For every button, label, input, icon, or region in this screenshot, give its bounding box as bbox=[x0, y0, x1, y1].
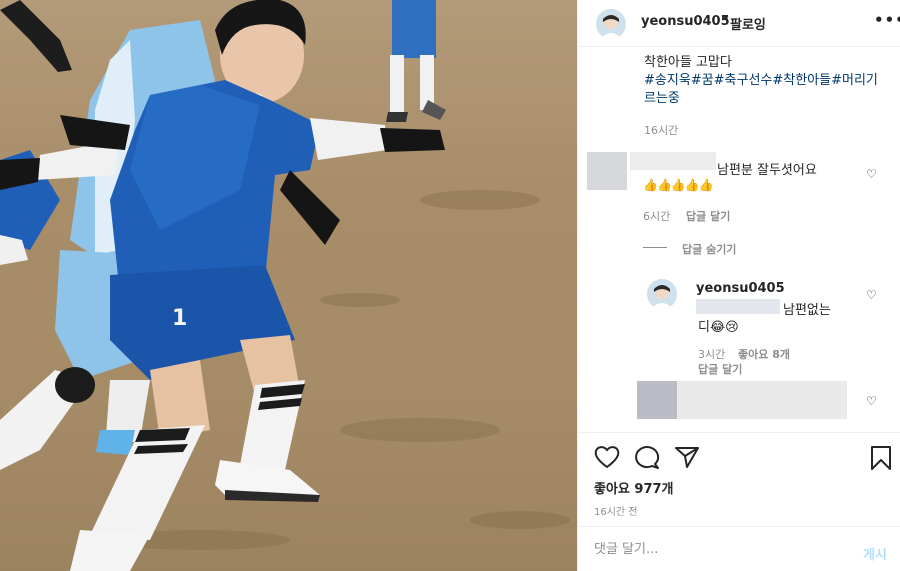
blurred-username bbox=[630, 152, 716, 170]
comment-like-icon[interactable]: ♡ bbox=[866, 167, 877, 181]
reply-avatar[interactable] bbox=[647, 279, 677, 309]
comment-time: 6시간 bbox=[643, 210, 671, 223]
add-comment-bar: 게시 bbox=[578, 526, 900, 571]
more-icon[interactable]: ••• bbox=[874, 11, 900, 29]
comment-text: 남편분 잘두셧어요 bbox=[717, 163, 817, 178]
reply-time: 3시간 bbox=[698, 348, 726, 361]
comment-input[interactable] bbox=[594, 539, 834, 559]
comment-emoji: 👍👍👍👍👍 bbox=[643, 178, 714, 192]
photo-illustration: 1 bbox=[0, 0, 570, 571]
reply-text: 남편없는 bbox=[783, 303, 831, 318]
background-player bbox=[386, 0, 446, 122]
reply-button[interactable]: 답글 달기 bbox=[686, 208, 730, 224]
blurred-comment bbox=[677, 381, 847, 419]
header-separator: • bbox=[722, 12, 730, 27]
comment-icon[interactable] bbox=[634, 445, 660, 469]
reply-button[interactable]: 답글 달기 bbox=[698, 361, 742, 377]
avatar-image bbox=[647, 279, 677, 309]
blurred-avatar bbox=[637, 381, 677, 419]
avatar-image bbox=[596, 9, 626, 39]
reply-text-line2: 디😂😢 bbox=[698, 320, 739, 335]
post-side-panel: yeonsu0405 • 팔로잉 ••• 착한아들 고맙다 #송지욱#꿈#축구선… bbox=[577, 0, 900, 571]
reply-like-icon[interactable]: ♡ bbox=[866, 288, 877, 302]
bookmark-icon[interactable] bbox=[870, 445, 892, 471]
hide-replies-button[interactable]: 답글 숨기기 bbox=[682, 241, 736, 257]
post-photo[interactable]: 1 bbox=[0, 0, 577, 571]
reply-likes[interactable]: 좋아요 8개 bbox=[738, 346, 790, 362]
avatar[interactable] bbox=[596, 9, 626, 39]
post-actions: 좋아요 977개 16시간 전 bbox=[578, 432, 900, 526]
comment-like-icon[interactable]: ♡ bbox=[866, 394, 877, 408]
blurred-mention bbox=[696, 299, 780, 314]
post-header: yeonsu0405 • 팔로잉 ••• bbox=[578, 0, 900, 47]
caption-text: 착한아들 고맙다 bbox=[644, 55, 732, 70]
following-button[interactable]: 팔로잉 bbox=[730, 14, 766, 33]
caption-time: 16시간 bbox=[644, 124, 679, 137]
likes-count[interactable]: 좋아요 977개 bbox=[594, 478, 674, 497]
caption-hashtags[interactable]: #송지욱#꿈#축구선수#착한아들#머리기르는중 bbox=[644, 72, 884, 108]
replies-divider bbox=[643, 247, 667, 248]
header-username[interactable]: yeonsu0405 bbox=[641, 14, 730, 29]
share-icon[interactable] bbox=[674, 445, 700, 469]
post-time: 16시간 전 bbox=[594, 507, 638, 518]
svg-text:1: 1 bbox=[172, 306, 187, 331]
heart-icon[interactable] bbox=[594, 445, 620, 469]
post-button[interactable]: 게시 bbox=[863, 544, 887, 563]
reply-username[interactable]: yeonsu0405 bbox=[696, 281, 785, 296]
blurred-avatar bbox=[587, 152, 627, 190]
comments-list[interactable]: 착한아들 고맙다 #송지욱#꿈#축구선수#착한아들#머리기르는중 16시간 남편… bbox=[578, 48, 900, 432]
